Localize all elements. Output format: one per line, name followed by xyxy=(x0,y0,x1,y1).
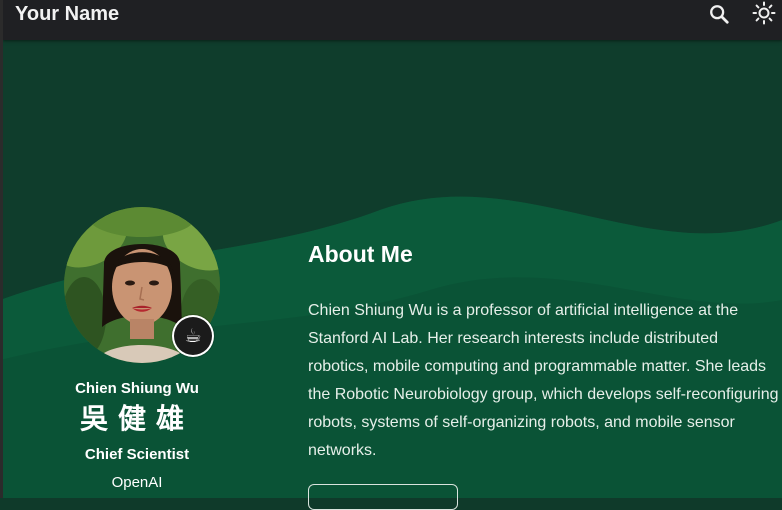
coffee-cup-icon: ☕ xyxy=(174,317,212,355)
status-badge: ☕ xyxy=(172,315,214,357)
section-title: About Me xyxy=(308,241,413,267)
profile-name-chinese: 吳健雄 xyxy=(79,402,194,435)
download-cv-button[interactable] xyxy=(308,484,458,510)
site-brand[interactable]: Your Name xyxy=(15,1,119,27)
profile-role: Chief Scientist xyxy=(84,446,190,463)
theme-toggle-button[interactable] xyxy=(752,1,776,25)
about-bio: Chien Shiung Wu is a professor of artifi… xyxy=(308,302,779,459)
profile-organization[interactable]: OpenAI xyxy=(20,474,254,491)
profile-name: Chien Shiung Wu xyxy=(75,380,199,397)
left-edge-strip xyxy=(0,0,3,498)
top-navbar: Your Name xyxy=(3,0,782,40)
search-button[interactable] xyxy=(708,3,730,25)
search-icon xyxy=(710,5,729,24)
sun-icon xyxy=(752,1,776,25)
